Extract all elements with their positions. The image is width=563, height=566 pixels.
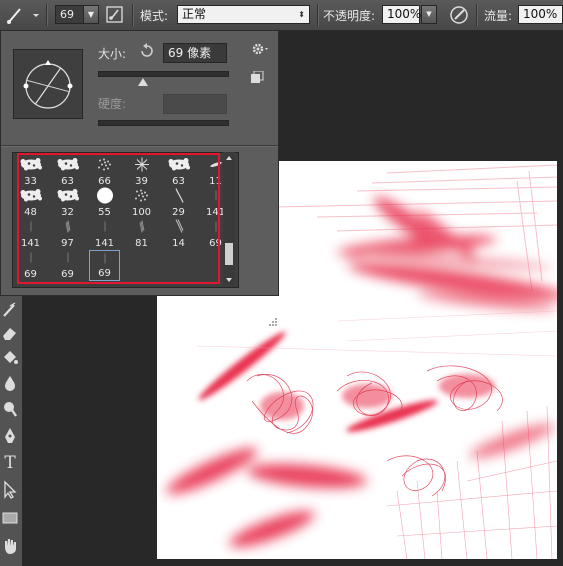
hardness-label: 硬度: bbox=[98, 97, 127, 111]
size-field[interactable]: 69 像素 bbox=[163, 43, 227, 63]
separator bbox=[132, 4, 133, 26]
options-bar: 69 ▼ 模式: 正常 ⬍ 不透明度: 100% ▼ 流量: 100% bbox=[0, 0, 563, 31]
updown-arrow-icon: ⬍ bbox=[298, 10, 305, 19]
separator bbox=[317, 4, 318, 26]
brush-angle-preview[interactable] bbox=[13, 49, 83, 119]
brush-panel-toggle-icon[interactable] bbox=[104, 4, 126, 26]
hand-tool-icon[interactable] bbox=[0, 536, 20, 556]
hardness-slider-track bbox=[98, 120, 229, 126]
size-slider-thumb[interactable] bbox=[138, 75, 149, 86]
new-preset-icon[interactable] bbox=[250, 70, 264, 85]
brush-picker-dropdown[interactable]: ▼ bbox=[83, 5, 99, 24]
hardness-field bbox=[163, 94, 227, 114]
separator bbox=[46, 4, 47, 26]
type-tool-icon[interactable]: T bbox=[0, 453, 20, 473]
brush-preset-icon[interactable] bbox=[4, 4, 26, 26]
rectangle-tool-icon[interactable] bbox=[0, 508, 20, 528]
mode-label: 模式: bbox=[140, 9, 169, 23]
highlight-annotation-box bbox=[17, 153, 220, 284]
flow-field[interactable]: 100% bbox=[518, 5, 563, 24]
pen-tool-icon[interactable] bbox=[0, 426, 20, 446]
flow-label: 流量: bbox=[484, 9, 513, 23]
divider bbox=[1, 145, 278, 146]
opacity-label: 不透明度: bbox=[323, 9, 376, 23]
paint-bucket-tool-icon[interactable] bbox=[0, 348, 20, 368]
size-label: 大小: bbox=[98, 47, 127, 61]
brush-size-field[interactable]: 69 bbox=[55, 5, 84, 24]
opacity-dropdown[interactable]: ▼ bbox=[421, 5, 437, 24]
chevron-down-icon[interactable] bbox=[31, 4, 41, 26]
brush-settings-area: 大小: 69 像素 硬度: bbox=[1, 31, 278, 145]
dodge-tool-icon[interactable] bbox=[0, 399, 20, 419]
mode-select-value: 正常 bbox=[182, 7, 207, 21]
opacity-field[interactable]: 100% bbox=[382, 5, 421, 24]
mode-select[interactable]: 正常 ⬍ bbox=[177, 5, 310, 24]
size-slider-track[interactable] bbox=[98, 71, 229, 77]
tools-panel: T bbox=[0, 296, 23, 566]
gear-icon[interactable] bbox=[251, 41, 271, 57]
eraser-tool-icon[interactable] bbox=[0, 323, 20, 343]
path-selection-tool-icon[interactable] bbox=[0, 480, 20, 500]
resize-grip-icon[interactable] bbox=[269, 316, 278, 326]
brush-tool-icon[interactable] bbox=[0, 300, 20, 320]
pressure-opacity-icon[interactable] bbox=[448, 4, 470, 26]
blur-tool-icon[interactable] bbox=[0, 373, 20, 393]
reset-size-icon[interactable] bbox=[139, 43, 155, 59]
preset-list-scrollbar[interactable] bbox=[223, 152, 235, 286]
separator bbox=[476, 4, 477, 26]
